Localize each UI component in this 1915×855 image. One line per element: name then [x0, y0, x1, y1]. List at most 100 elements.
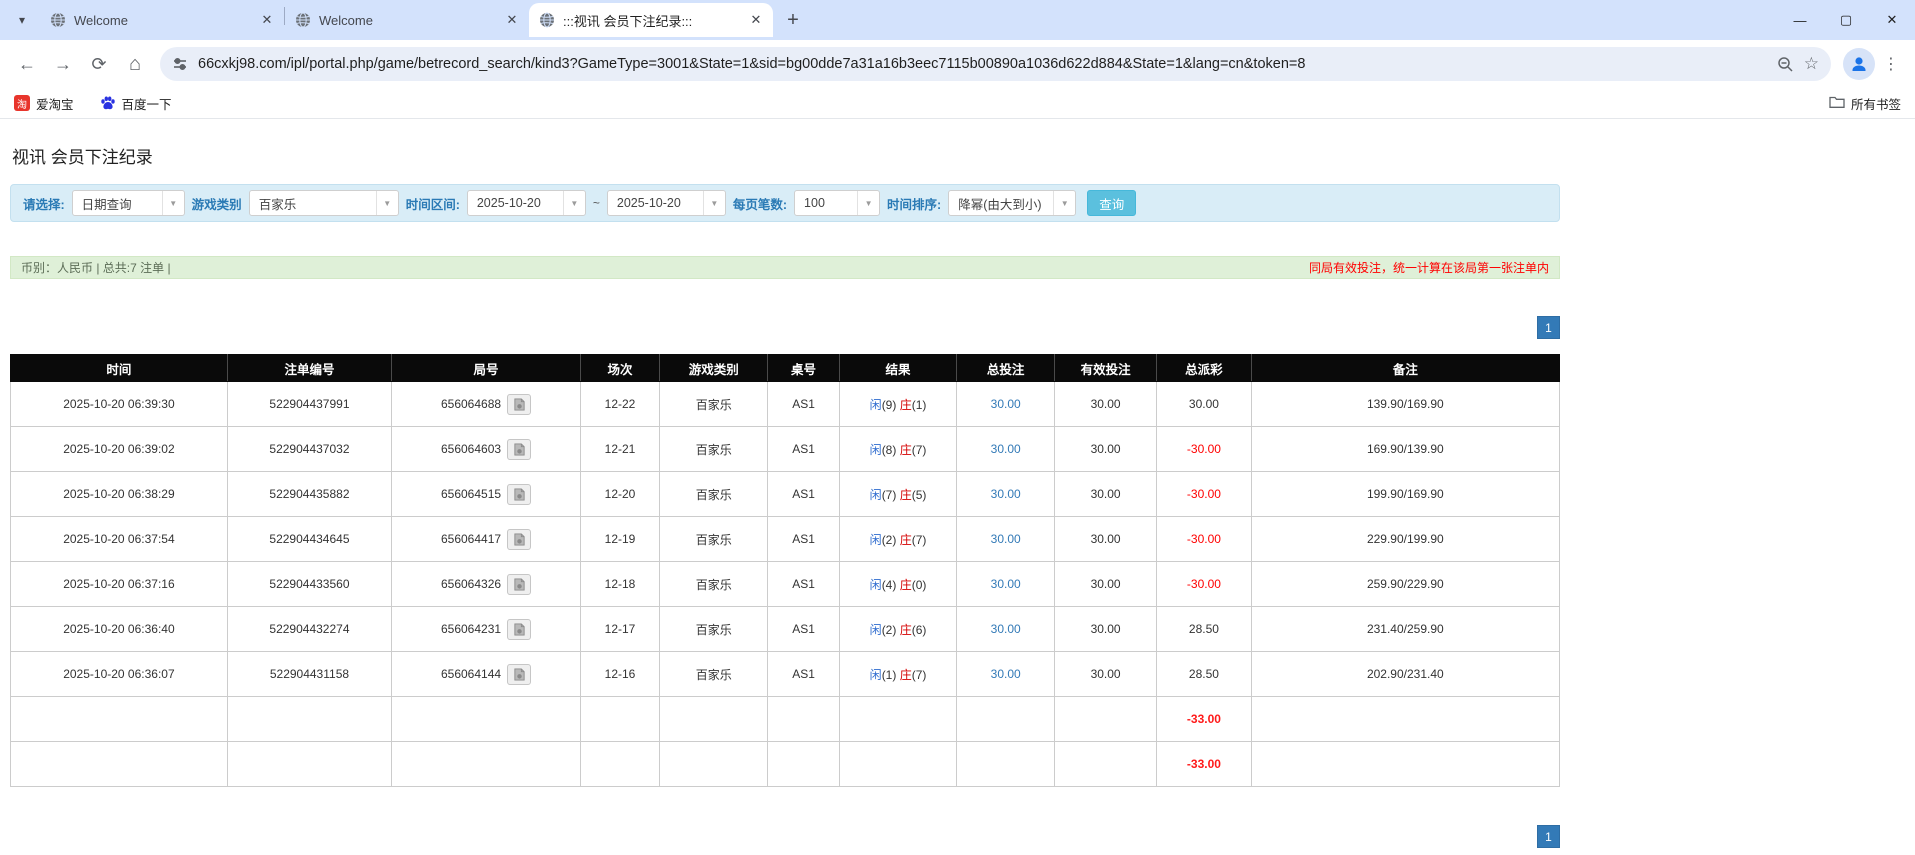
tab-search-button[interactable]: ▾ [8, 6, 36, 34]
profile-avatar[interactable] [1843, 48, 1875, 80]
time-sort-select[interactable]: 降幂(由大到小) ▼ [948, 190, 1076, 216]
date-to-select[interactable]: 2025-10-20 ▼ [607, 190, 726, 216]
game-type-select[interactable]: 百家乐 ▼ [249, 190, 399, 216]
payout-cell: 28.50 [1157, 607, 1251, 652]
total-cell: 210.00 [1054, 742, 1156, 787]
valid-bet-cell: 30.00 [1054, 472, 1156, 517]
chevron-down-icon: ▼ [703, 191, 725, 215]
url-text[interactable]: 66cxkj98.com/ipl/portal.php/game/betreco… [198, 56, 1767, 72]
result-cell: 闲(9) 庄(1) [839, 382, 957, 427]
round-detail-button[interactable] [507, 619, 531, 640]
new-tab-button[interactable]: + [779, 6, 807, 34]
column-header: 总投注 [957, 355, 1055, 382]
remark-cell: 139.90/169.90 [1251, 382, 1559, 427]
total-cell [392, 742, 581, 787]
bookmark-label: 爱淘宝 [36, 94, 74, 113]
round-cell: 656064603 [392, 427, 581, 472]
total-bet-link[interactable]: 30.00 [957, 517, 1055, 562]
total-bet-link[interactable]: 30.00 [957, 607, 1055, 652]
query-mode-select[interactable]: 日期查询 ▼ [72, 190, 185, 216]
chevron-down-icon: ▼ [1053, 191, 1075, 215]
subtotal-cell [768, 697, 839, 742]
round-record-icon [513, 398, 526, 411]
chevron-down-icon: ▼ [857, 191, 879, 215]
tab-close-icon[interactable]: ✕ [747, 11, 765, 29]
reload-icon[interactable]: ⟳ [82, 47, 116, 81]
search-button[interactable]: 查询 [1087, 190, 1136, 216]
sort-label: 时间排序: [887, 194, 941, 213]
round-detail-button[interactable] [507, 484, 531, 505]
bookmarks-bar: 淘爱淘宝 百度一下 所有书签 [0, 88, 1915, 119]
remark-cell: 231.40/259.90 [1251, 607, 1559, 652]
table-number-cell: AS1 [768, 427, 839, 472]
date-from-select[interactable]: 2025-10-20 ▼ [467, 190, 586, 216]
round-detail-button[interactable] [507, 439, 531, 460]
back-icon[interactable]: ← [10, 47, 44, 81]
home-icon[interactable]: ⌂ [118, 47, 152, 81]
round-detail-button[interactable] [507, 574, 531, 595]
time-cell: 2025-10-20 06:36:40 [11, 607, 228, 652]
round-detail-button[interactable] [507, 529, 531, 550]
date-range-tilde: ~ [593, 196, 600, 210]
total-bet-link[interactable]: 30.00 [957, 652, 1055, 697]
round-detail-button[interactable] [507, 394, 531, 415]
subtotal-cell [581, 697, 660, 742]
round-detail-button[interactable] [507, 664, 531, 685]
browser-tab-3[interactable]: :::视讯 会员下注纪录:::✕ [529, 3, 773, 37]
total-bet-link[interactable]: 30.00 [957, 427, 1055, 472]
result-cell: 闲(2) 庄(7) [839, 517, 957, 562]
column-header: 游戏类别 [660, 355, 768, 382]
table-number-cell: AS1 [768, 607, 839, 652]
address-bar[interactable]: 66cxkj98.com/ipl/portal.php/game/betreco… [160, 47, 1831, 81]
table-row: 2025-10-20 06:37:16522904433560656064326… [11, 562, 1560, 607]
time-cell: 2025-10-20 06:39:02 [11, 427, 228, 472]
chevron-down-icon: ▼ [162, 191, 184, 215]
bookmark-item-2[interactable]: 百度一下 [100, 94, 172, 113]
column-header: 时间 [11, 355, 228, 382]
tab-close-icon[interactable]: ✕ [503, 11, 521, 29]
total-cell [581, 742, 660, 787]
browser-window: ▾ Welcome✕Welcome✕:::视讯 会员下注纪录:::✕ + — ▢… [0, 0, 1915, 848]
browser-toolbar: ← → ⟳ ⌂ 66cxkj98.com/ipl/portal.php/game… [0, 40, 1915, 88]
browser-tab-2[interactable]: Welcome✕ [285, 3, 529, 37]
table-row: 2025-10-20 06:36:07522904431158656064144… [11, 652, 1560, 697]
bookmark-item-1[interactable]: 淘爱淘宝 [14, 94, 74, 113]
table-number-cell: AS1 [768, 652, 839, 697]
forward-icon[interactable]: → [46, 47, 80, 81]
session-cell: 12-19 [581, 517, 660, 562]
page-1-button[interactable]: 1 [1537, 825, 1560, 848]
total-bet-link[interactable]: 30.00 [957, 562, 1055, 607]
table-number-cell: AS1 [768, 382, 839, 427]
total-bet-link[interactable]: 30.00 [957, 382, 1055, 427]
page-size-label: 每页笔数: [733, 194, 787, 213]
tab-close-icon[interactable]: ✕ [258, 11, 276, 29]
time-cell: 2025-10-20 06:39:30 [11, 382, 228, 427]
bookmark-star-icon[interactable]: ☆ [1804, 54, 1819, 74]
result-banker: 庄 [900, 533, 912, 547]
maximize-button[interactable]: ▢ [1823, 0, 1869, 40]
result-banker: 庄 [900, 623, 912, 637]
bet-id-cell: 522904435882 [227, 472, 391, 517]
round-number: 656064515 [441, 487, 501, 501]
close-button[interactable]: ✕ [1869, 0, 1915, 40]
game-type-cell: 百家乐 [660, 382, 768, 427]
minimize-button[interactable]: — [1777, 0, 1823, 40]
browser-tab-1[interactable]: Welcome✕ [40, 3, 284, 37]
zoom-level-icon[interactable] [1777, 56, 1794, 73]
round-cell: 656064326 [392, 562, 581, 607]
page-1-button[interactable]: 1 [1537, 316, 1560, 339]
round-cell: 656064231 [392, 607, 581, 652]
round-record-icon [513, 623, 526, 636]
bet-id-cell: 522904432274 [227, 607, 391, 652]
site-settings-icon[interactable] [172, 56, 188, 72]
result-player: 闲 [870, 488, 882, 502]
total-bet-link[interactable]: 30.00 [957, 472, 1055, 517]
valid-bet-cell: 30.00 [1054, 607, 1156, 652]
remark-cell: 259.90/229.90 [1251, 562, 1559, 607]
column-header: 桌号 [768, 355, 839, 382]
menu-kebab-icon[interactable]: ⋮ [1877, 47, 1905, 81]
page-size-select[interactable]: 100 ▼ [794, 190, 880, 216]
all-bookmarks-button[interactable]: 所有书签 [1829, 94, 1901, 113]
round-record-icon [513, 488, 526, 501]
info-notice-text: 同局有效投注，统一计算在该局第一张注单内 [1309, 259, 1549, 276]
